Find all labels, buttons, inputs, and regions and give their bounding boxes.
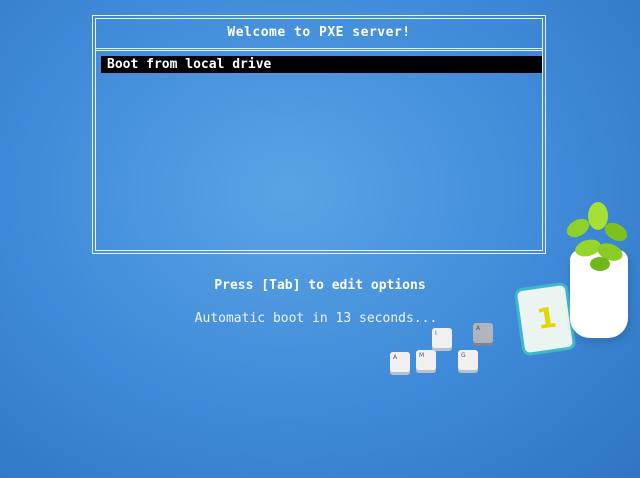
menu-title: Welcome to PXE server! <box>227 25 411 40</box>
calendar-icon: 1 <box>513 281 577 357</box>
keyboard-key-icon: G <box>458 350 478 370</box>
keyboard-key-icon: M <box>416 350 436 370</box>
keyboard-key-icon: A <box>390 352 410 372</box>
boot-menu-inner-frame: Welcome to PXE server! Boot from local d… <box>95 18 543 251</box>
menu-item-boot-local[interactable]: Boot from local drive <box>101 56 542 73</box>
title-divider-secondary <box>96 50 542 51</box>
keyboard-key-icon: A <box>473 323 493 343</box>
keyboard-key-icon: I <box>432 328 452 348</box>
boot-menu-frame: Welcome to PXE server! Boot from local d… <box>92 15 546 254</box>
plant-leaves-icon <box>566 202 628 271</box>
title-divider <box>96 48 542 49</box>
